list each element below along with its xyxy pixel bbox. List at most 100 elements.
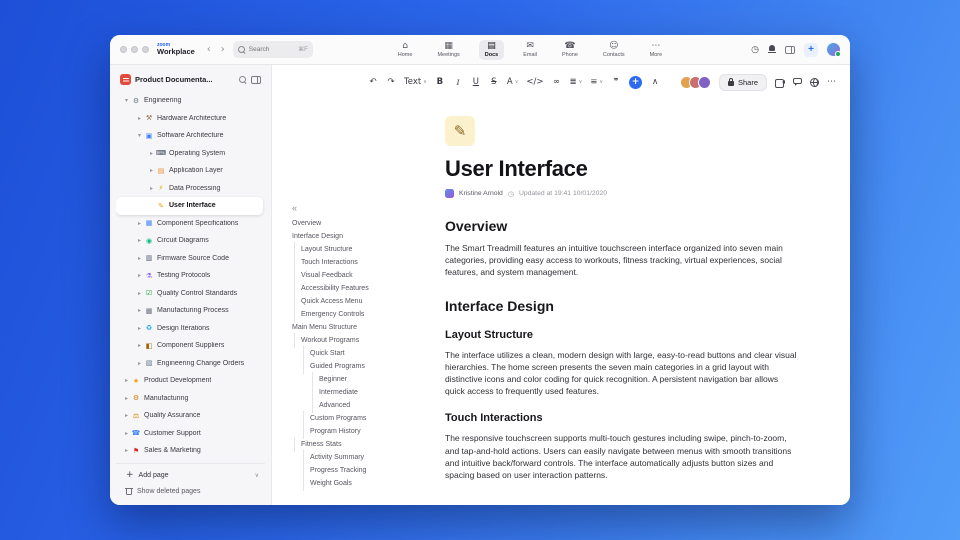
tab-more[interactable]: ⋯ More <box>644 40 669 60</box>
expand-chevron-icon[interactable] <box>122 412 131 419</box>
sidebar-page-item[interactable]: ✎ User Interface <box>116 197 263 215</box>
sidebar-page-item[interactable]: ♻ Design Iterations <box>116 320 263 338</box>
sidebar-page-item[interactable]: ▥ Firmware Source Code <box>116 250 263 268</box>
forward-button[interactable]: › <box>219 44 227 55</box>
document-section[interactable]: Layout Structure <box>445 329 800 341</box>
sidebar-page-item[interactable]: ▦ Component Specifications <box>116 215 263 233</box>
document-section[interactable]: Interface Design <box>445 298 800 314</box>
comments-icon[interactable] <box>793 78 802 86</box>
text-color-button[interactable]: A <box>507 78 519 87</box>
outline-item[interactable]: Beginner <box>292 372 407 387</box>
outline-item[interactable]: Interface Design <box>292 230 407 243</box>
document-emoji-icon[interactable]: ✎ <box>445 116 475 146</box>
sidebar-page-item[interactable]: ★ Product Development <box>116 372 263 390</box>
tab-phone[interactable]: ☎ Phone <box>556 40 584 60</box>
document-section[interactable]: Overview <box>445 218 800 234</box>
bold-button[interactable]: B <box>435 78 445 87</box>
sidebar-collapse-icon[interactable] <box>251 75 261 84</box>
more-options-icon[interactable]: ⋯ <box>827 77 836 87</box>
panel-toggle-icon[interactable] <box>785 45 795 54</box>
outline-item[interactable]: Custom Programs <box>292 411 407 426</box>
document-section[interactable]: The Smart Treadmill features an intuitiv… <box>445 242 800 278</box>
tab-email[interactable]: ✉ Email <box>517 40 543 60</box>
maximize-button[interactable] <box>142 46 149 53</box>
code-button[interactable]: </> <box>526 78 543 87</box>
sidebar-page-item[interactable]: ⌨ Operating System <box>116 145 263 163</box>
tab-docs[interactable]: ▤ Docs <box>478 39 505 60</box>
sidebar-page-item[interactable]: ⚒ Hardware Architecture <box>116 110 263 128</box>
sidebar-page-item[interactable]: ⚙ Engineering <box>116 92 263 110</box>
sidebar-page-item[interactable]: ⚗ Testing Protocols <box>116 267 263 285</box>
document-section[interactable]: The interface utilizes a clean, modern d… <box>445 349 800 397</box>
share-button[interactable]: Share <box>718 73 767 91</box>
expand-chevron-icon[interactable] <box>135 307 144 314</box>
outline-item[interactable]: Guided Programs <box>292 359 407 374</box>
tab-meetings[interactable]: ▦ Meetings <box>431 40 465 60</box>
expand-chevron-icon[interactable] <box>122 395 131 402</box>
outline-item[interactable]: Accessibility Features <box>292 281 407 296</box>
strikethrough-button[interactable]: S <box>489 78 499 87</box>
expand-chevron-icon[interactable] <box>135 290 144 297</box>
outline-item[interactable]: Visual Feedback <box>292 268 407 283</box>
add-page-button[interactable]: + Add page ∨ <box>116 467 265 483</box>
sidebar-page-item[interactable]: ☎ Customer Support <box>116 425 263 443</box>
alignment-button[interactable]: ≡ <box>590 78 603 87</box>
expand-chevron-icon[interactable] <box>135 115 144 122</box>
chevron-down-icon[interactable]: ∨ <box>255 472 259 479</box>
expand-chevron-icon[interactable] <box>122 377 131 384</box>
collapse-outline-icon[interactable]: « <box>292 203 302 213</box>
expand-chevron-icon[interactable] <box>122 430 131 437</box>
sidebar-page-item[interactable]: ◧ Component Suppliers <box>116 337 263 355</box>
sidebar-page-item[interactable]: ◉ Circuit Diagrams <box>116 232 263 250</box>
document-title[interactable]: User Interface <box>445 156 800 182</box>
expand-chevron-icon[interactable] <box>135 132 144 139</box>
document-canvas[interactable]: ✎ User Interface Kristine Arnold ◷ Updat… <box>407 99 850 505</box>
expand-chevron-icon[interactable] <box>122 447 131 454</box>
outline-item[interactable]: Workout Programs <box>292 333 407 348</box>
expand-chevron-icon[interactable] <box>135 342 144 349</box>
show-deleted-pages-button[interactable]: Show deleted pages <box>116 483 265 499</box>
outline-item[interactable]: Advanced <box>292 398 407 413</box>
outline-item[interactable]: Quick Access Menu <box>292 294 407 309</box>
outline-item[interactable]: Progress Tracking <box>292 463 407 478</box>
language-globe-icon[interactable] <box>810 77 819 87</box>
outline-item[interactable]: Activity Summary <box>292 450 407 465</box>
outline-item[interactable]: Layout Structure <box>292 242 407 257</box>
outline-item[interactable]: Touch Interactions <box>292 255 407 270</box>
global-search[interactable]: ⌘F <box>232 41 313 58</box>
minimize-button[interactable] <box>131 46 138 53</box>
expand-chevron-icon[interactable] <box>135 325 144 332</box>
outline-item[interactable]: Fitness Stats <box>292 437 407 452</box>
outline-item[interactable]: Quick Start <box>292 346 407 361</box>
document-section[interactable]: The responsive touchscreen supports mult… <box>445 432 800 480</box>
sidebar-page-item[interactable]: ⚖ Quality Assurance <box>116 407 263 425</box>
link-button[interactable]: ∞ <box>551 78 561 87</box>
sidebar-page-item[interactable]: ⚡ Data Processing <box>116 180 263 198</box>
expand-chevron-icon[interactable] <box>147 167 156 174</box>
workspace-title[interactable]: Product Documenta... <box>135 75 235 84</box>
insert-plus-button[interactable]: + <box>629 75 643 89</box>
sidebar-page-item[interactable]: ▧ Engineering Change Orders <box>116 355 263 373</box>
redo-button[interactable]: ↷ <box>386 78 396 87</box>
italic-button[interactable]: I <box>453 78 463 87</box>
expand-chevron-icon[interactable] <box>135 255 144 262</box>
new-item-button[interactable]: + <box>804 42 818 57</box>
text-style-dropdown[interactable]: Text <box>404 78 427 87</box>
history-icon[interactable]: ◷ <box>751 45 759 55</box>
sidebar-page-item[interactable]: ☑ Quality Control Standards <box>116 285 263 303</box>
sidebar-page-item[interactable]: ⚑ Sales & Marketing <box>116 442 263 460</box>
expand-chevron-icon[interactable] <box>135 237 144 244</box>
document-section[interactable]: Touch Interactions <box>445 412 800 424</box>
search-input[interactable] <box>248 46 291 53</box>
sidebar-page-item[interactable]: ▤ Application Layer <box>116 162 263 180</box>
outline-item[interactable]: Overview <box>292 217 407 230</box>
tab-home[interactable]: ⌂ Home <box>392 40 419 60</box>
outline-item[interactable]: Emergency Controls <box>292 307 407 322</box>
comment-button[interactable]: ❞ <box>611 78 621 87</box>
sidebar-page-item[interactable]: ▩ Manufacturing Process <box>116 302 263 320</box>
bullet-list-button[interactable]: ≣ <box>569 78 582 87</box>
expand-chevron-icon[interactable] <box>147 150 156 157</box>
user-avatar[interactable] <box>827 43 841 57</box>
close-button[interactable] <box>120 46 127 53</box>
expand-chevron-icon[interactable] <box>147 185 156 192</box>
